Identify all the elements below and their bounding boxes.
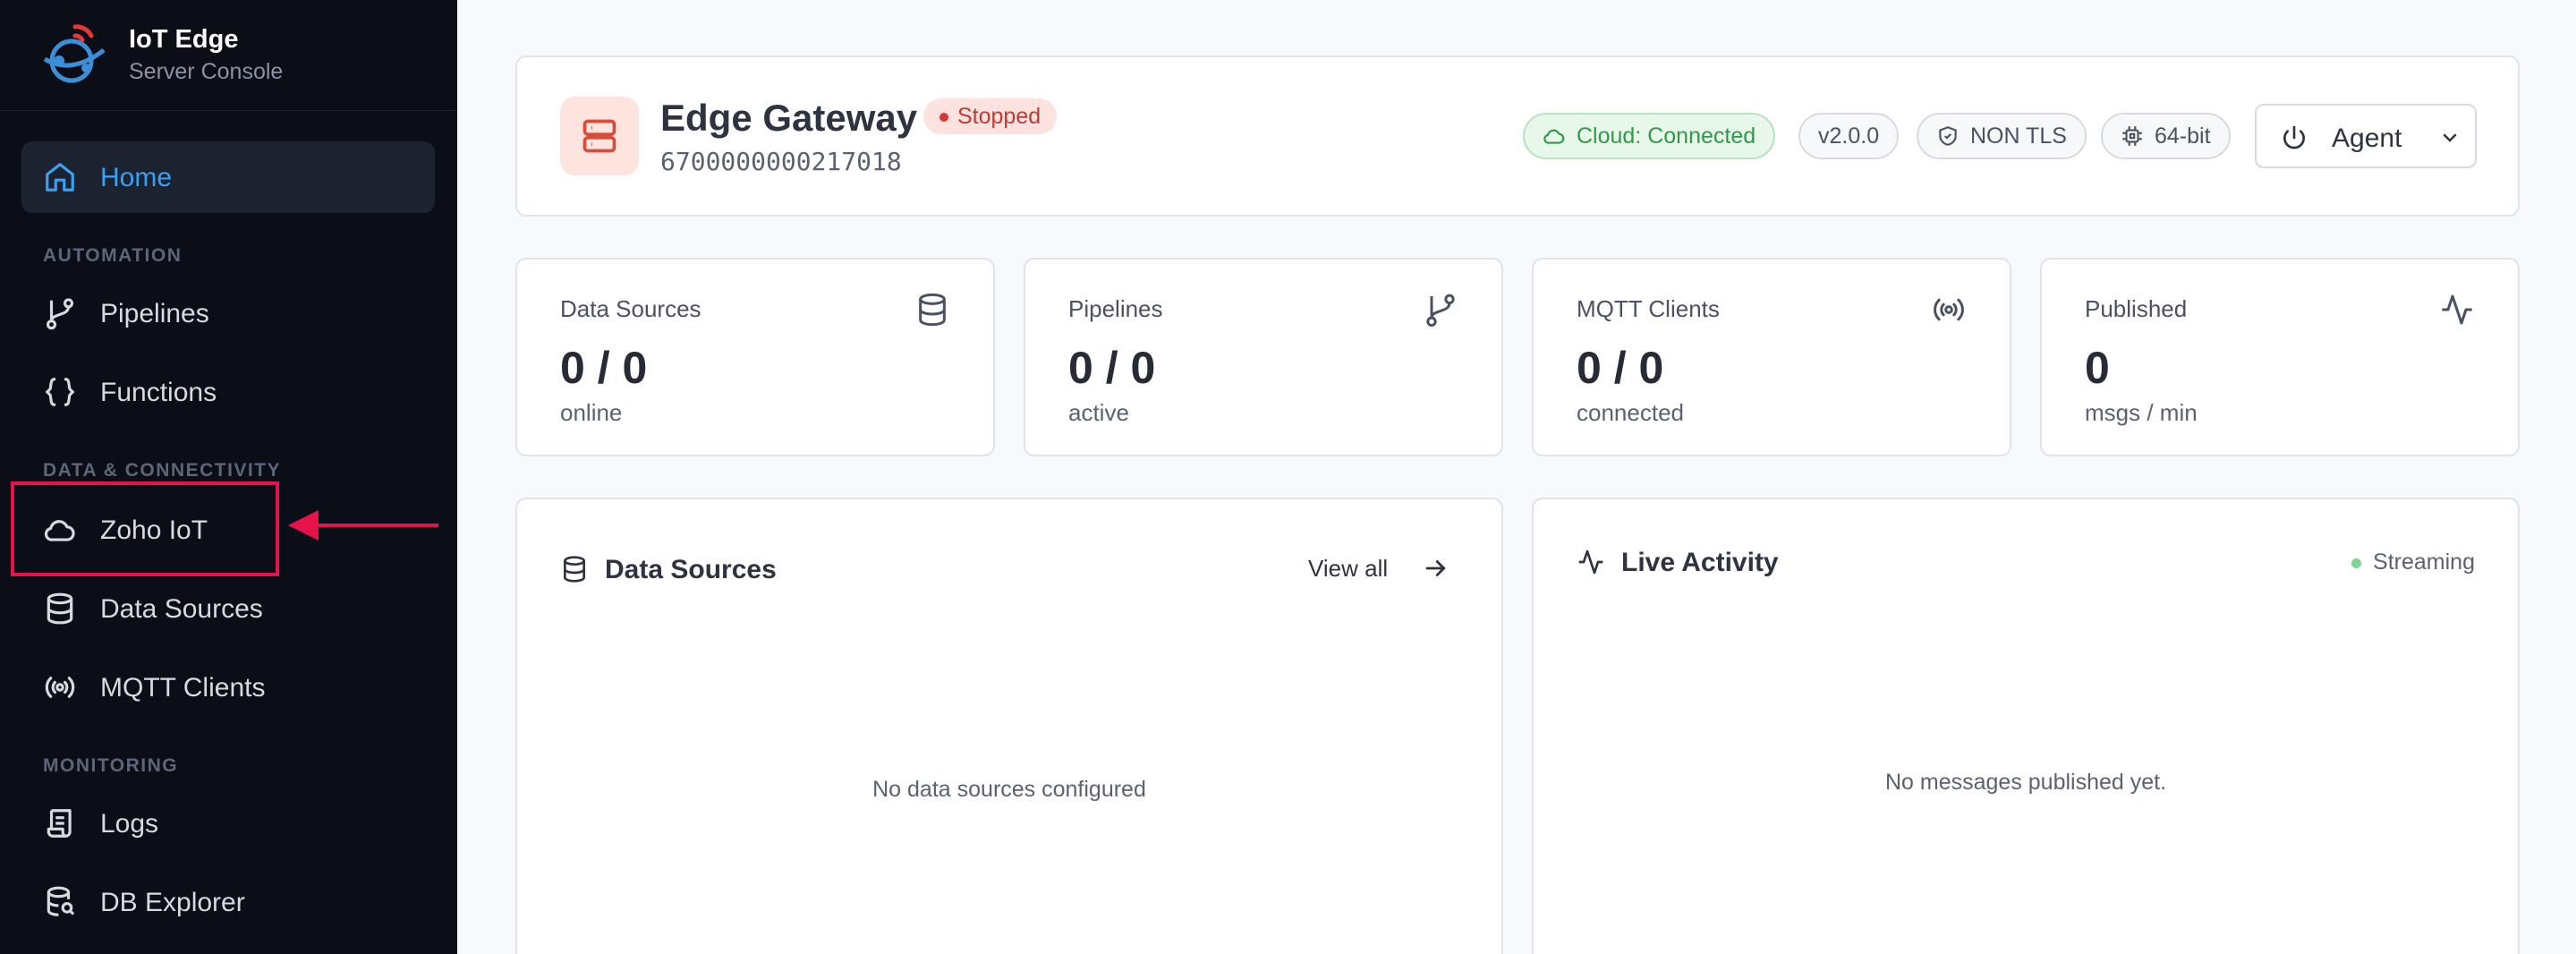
sidebar-item-logs[interactable]: Logs bbox=[21, 788, 435, 859]
sidebar-item-mqtt-clients[interactable]: MQTT Clients bbox=[21, 652, 435, 723]
brand-title: IoT Edge bbox=[129, 25, 239, 54]
braces-icon bbox=[45, 378, 75, 406]
tls-badge: NON TLS bbox=[1917, 113, 2087, 159]
pointer-arrow-icon bbox=[288, 510, 438, 541]
arrow-right-icon[interactable] bbox=[1423, 555, 1450, 582]
power-icon bbox=[2283, 125, 2305, 149]
server-icon bbox=[560, 97, 639, 175]
activity-icon bbox=[2442, 294, 2472, 325]
stat-title: Published bbox=[2085, 295, 2188, 322]
shield-icon bbox=[1939, 126, 1957, 146]
broadcast-icon bbox=[1934, 298, 1964, 321]
page-title: Edge Gateway bbox=[660, 97, 918, 139]
streaming-status: Streaming bbox=[2351, 549, 2475, 575]
sidebar-item-label: Logs bbox=[100, 809, 159, 839]
view-all-link[interactable]: View all bbox=[1308, 555, 1388, 583]
gateway-header-card: Edge Gateway Stopped 6700000000217018 Cl… bbox=[515, 55, 2520, 217]
stat-value: 0 bbox=[2085, 343, 2110, 393]
data-sources-panel: Data Sources View all No data sources co… bbox=[515, 498, 1503, 954]
sidebar: IoT Edge Server Console Home AUTOMATION … bbox=[0, 0, 457, 954]
section-data-connectivity: DATA & CONNECTIVITY bbox=[43, 460, 282, 481]
empty-state-text: No messages published yet. bbox=[1884, 770, 2167, 795]
git-branch-icon bbox=[46, 298, 74, 330]
database-icon bbox=[564, 556, 585, 583]
sidebar-item-label: DB Explorer bbox=[100, 888, 245, 917]
stat-title: Data Sources bbox=[560, 295, 701, 322]
database-icon bbox=[47, 592, 73, 625]
sidebar-item-label: MQTT Clients bbox=[100, 673, 266, 703]
iot-logo-icon bbox=[43, 24, 106, 83]
sidebar-item-db-explorer[interactable]: DB Explorer bbox=[21, 866, 435, 938]
stat-title: Pipelines bbox=[1068, 295, 1163, 322]
cloud-status-badge: Cloud: Connected bbox=[1523, 113, 1776, 159]
section-automation: AUTOMATION bbox=[43, 245, 183, 266]
stat-value: 0 / 0 bbox=[1068, 343, 1156, 393]
live-activity-panel: Live Activity Streaming No messages publ… bbox=[1532, 498, 2520, 954]
sidebar-item-label: Pipelines bbox=[100, 299, 209, 328]
version-text: v2.0.0 bbox=[1818, 124, 1880, 149]
stat-subtitle: msgs / min bbox=[2085, 399, 2198, 426]
stat-card-pipelines: Pipelines 0 / 0 active bbox=[1024, 258, 1503, 456]
stat-card-published: Published 0 msgs / min bbox=[2040, 258, 2520, 456]
stat-title: MQTT Clients bbox=[1577, 295, 1720, 322]
scroll-icon bbox=[47, 809, 72, 838]
home-icon bbox=[46, 163, 74, 192]
agent-dropdown-button[interactable]: Agent bbox=[2255, 104, 2477, 168]
broadcast-icon bbox=[45, 677, 75, 698]
highlight-box bbox=[11, 481, 279, 576]
stat-subtitle: connected bbox=[1577, 399, 1684, 426]
gateway-id: 6700000000217018 bbox=[660, 147, 902, 176]
arch-text: 64-bit bbox=[2155, 124, 2211, 149]
sidebar-item-label: Functions bbox=[100, 378, 217, 407]
stat-card-mqtt-clients: MQTT Clients 0 / 0 connected bbox=[1532, 258, 2011, 456]
sidebar-item-home[interactable]: Home bbox=[21, 141, 435, 213]
stat-subtitle: online bbox=[560, 399, 623, 426]
sidebar-item-label: Home bbox=[100, 163, 173, 192]
tls-text: NON TLS bbox=[1970, 124, 2067, 149]
sidebar-item-pipelines[interactable]: Pipelines bbox=[21, 277, 435, 349]
cloud-icon bbox=[1543, 129, 1565, 144]
sidebar-item-data-sources[interactable]: Data Sources bbox=[21, 573, 435, 644]
panel-title: Live Activity bbox=[1621, 548, 1779, 577]
empty-state-text: No data sources configured bbox=[872, 777, 1146, 802]
sidebar-item-functions[interactable]: Functions bbox=[21, 356, 435, 428]
stat-value: 0 / 0 bbox=[560, 343, 648, 393]
agent-label: Agent bbox=[2332, 124, 2402, 153]
section-monitoring: MONITORING bbox=[43, 755, 179, 776]
stat-card-data-sources: Data Sources 0 / 0 online bbox=[515, 258, 995, 456]
database-icon bbox=[919, 293, 946, 327]
arch-badge: 64-bit bbox=[2101, 113, 2231, 159]
sidebar-item-label: Data Sources bbox=[100, 594, 263, 624]
chevron-down-icon bbox=[2443, 133, 2457, 142]
brand-subtitle: Server Console bbox=[129, 59, 284, 84]
cpu-icon bbox=[2122, 126, 2142, 146]
brand-header: IoT Edge Server Console bbox=[0, 0, 457, 111]
status-badge: Stopped bbox=[923, 98, 1058, 134]
panel-title: Data Sources bbox=[605, 555, 777, 584]
database-search-icon bbox=[47, 886, 75, 916]
activity-icon bbox=[1578, 549, 1603, 575]
stat-value: 0 / 0 bbox=[1577, 343, 1664, 393]
stat-subtitle: active bbox=[1068, 399, 1129, 426]
cloud-status-text: Cloud: Connected bbox=[1577, 124, 1756, 149]
version-badge: v2.0.0 bbox=[1798, 113, 1900, 159]
git-branch-icon bbox=[1426, 294, 1455, 327]
